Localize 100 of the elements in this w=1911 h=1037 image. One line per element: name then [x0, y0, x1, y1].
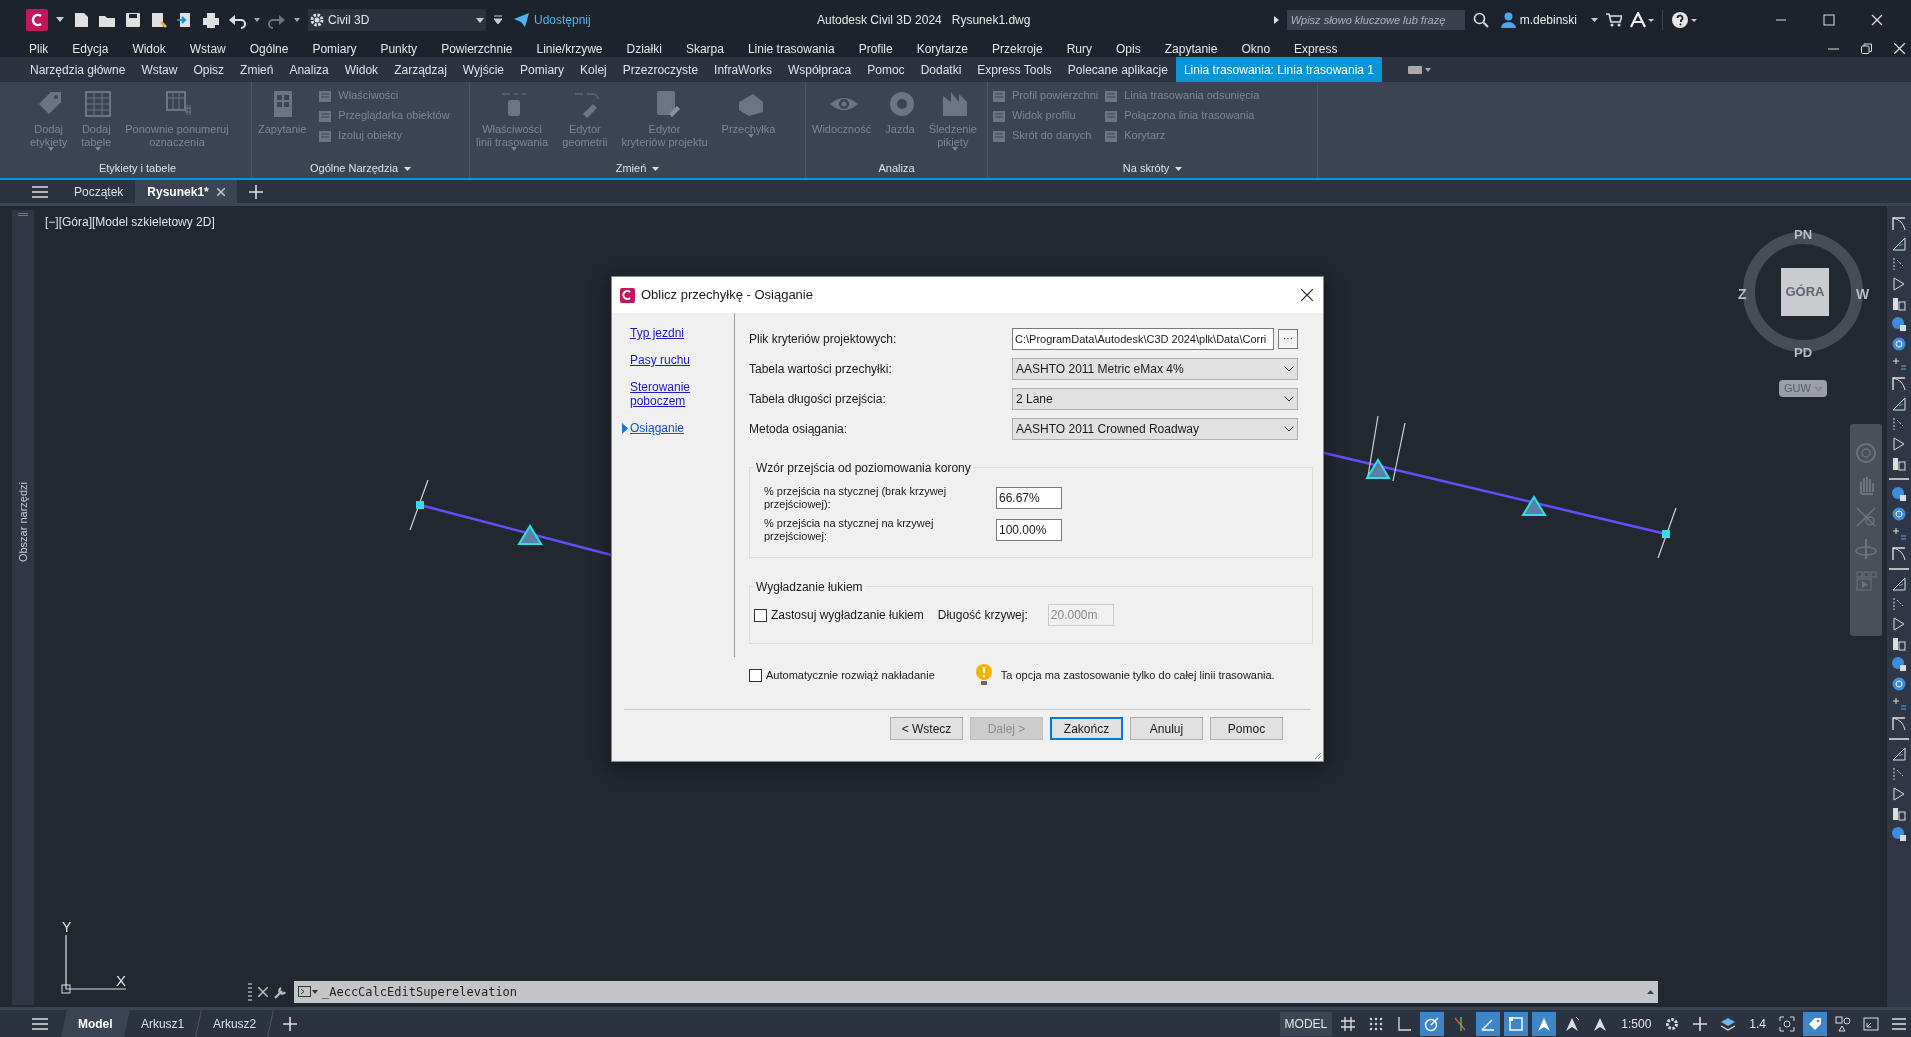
cad-tool-icon[interactable]: [1891, 316, 1907, 332]
wrench-icon[interactable]: [274, 985, 288, 999]
panel-title-button[interactable]: Na skróty: [1122, 160, 1183, 177]
status-toggle-button[interactable]: [1803, 1011, 1827, 1036]
status-button[interactable]: 1:500: [1616, 1011, 1657, 1036]
ribbon-tab[interactable]: Narzędzia główne: [22, 57, 134, 82]
save-as-icon[interactable]: [150, 11, 168, 29]
cad-tool-icon[interactable]: [1891, 486, 1907, 502]
dropdown[interactable]: AASHTO 2011 Crowned Roadway: [1012, 418, 1298, 440]
dialog-button[interactable]: Pomoc: [1210, 717, 1283, 740]
status-toggle-button[interactable]: [1532, 1011, 1557, 1036]
caret-icon[interactable]: [1591, 18, 1598, 22]
cad-tool-icon[interactable]: [1891, 616, 1907, 632]
ribbon-tab[interactable]: Zmień: [232, 57, 282, 82]
ribbon-tab[interactable]: Widok: [336, 57, 387, 82]
document-tab[interactable]: Rysunek1*: [135, 180, 237, 203]
ribbon-tab[interactable]: Wstaw: [133, 57, 186, 82]
menu-item[interactable]: Punkty: [380, 39, 418, 58]
cad-tool-icon[interactable]: [1891, 576, 1907, 592]
dialog-button[interactable]: Zakończ: [1050, 717, 1123, 740]
cad-tool-icon[interactable]: [1891, 636, 1907, 652]
cad-tool-icon[interactable]: [1891, 806, 1907, 822]
cad-tool-icon[interactable]: [1891, 656, 1907, 672]
menu-item[interactable]: Rury: [1066, 39, 1093, 58]
help-icon[interactable]: [1671, 11, 1697, 29]
wizard-step-link[interactable]: Pasy ruchu: [630, 353, 702, 367]
status-button[interactable]: 1.4: [1744, 1011, 1771, 1036]
ribbon-tab[interactable]: Kolej: [572, 57, 615, 82]
panel-title-button[interactable]: Zmień: [615, 160, 660, 177]
menu-item[interactable]: Działki: [626, 39, 662, 58]
close-icon[interactable]: [1301, 289, 1313, 301]
customize-menu-icon[interactable]: [494, 15, 502, 25]
ribbon-tab[interactable]: Współpraca: [779, 57, 860, 82]
cad-tool-icon[interactable]: [1891, 236, 1907, 252]
browse-button[interactable]: ···: [1278, 329, 1298, 349]
percent-field[interactable]: 66.67%: [996, 487, 1062, 509]
ribbon-tab[interactable]: Dodatki: [912, 57, 970, 82]
autodesk-a-icon[interactable]: [1630, 12, 1654, 28]
menu-item[interactable]: Zapytanie: [1164, 39, 1218, 58]
dropdown[interactable]: 2 Lane: [1012, 388, 1298, 410]
cad-tool-icon[interactable]: [1891, 456, 1907, 472]
menu-item[interactable]: Express: [1294, 39, 1338, 58]
menu-item[interactable]: Profile: [858, 39, 893, 58]
compass-label[interactable]: PD: [1794, 343, 1813, 363]
cad-tool-icon[interactable]: [1891, 336, 1907, 352]
print-icon[interactable]: [202, 11, 220, 29]
dropdown[interactable]: AASHTO 2011 Metric eMax 4%: [1012, 358, 1298, 380]
ribbon-tab[interactable]: Zarządzaj: [386, 57, 455, 82]
expand-arrow-icon[interactable]: [1273, 16, 1279, 24]
caret-icon[interactable]: [56, 17, 64, 23]
grip-handle[interactable]: [248, 983, 252, 1001]
ribbon-tab[interactable]: Przezroczyste: [614, 57, 707, 82]
menu-item[interactable]: Skarpa: [685, 39, 724, 58]
ribbon-tab[interactable]: Pomiary: [512, 57, 573, 82]
close-icon[interactable]: [258, 987, 268, 997]
checkbox[interactable]: Automatycznie rozwiąż nakładanie: [749, 666, 935, 684]
checkbox[interactable]: Zastosuj wygładzanie łukiem: [754, 606, 924, 624]
cad-tool-icon[interactable]: [1891, 746, 1907, 762]
menu-icon[interactable]: [32, 1017, 48, 1030]
cad-tool-icon[interactable]: [1891, 826, 1907, 842]
dialog-button[interactable]: < Wstecz: [890, 717, 963, 740]
layout-tab[interactable]: Model: [61, 1010, 130, 1037]
caret-icon[interactable]: [254, 18, 260, 22]
compass-label[interactable]: W: [1856, 284, 1870, 305]
wizard-step-link[interactable]: Sterowanie poboczem: [630, 380, 702, 408]
cad-tool-icon[interactable]: [1891, 546, 1907, 562]
menu-icon[interactable]: [32, 185, 48, 198]
maximize-icon[interactable]: [1823, 14, 1835, 26]
ribbon-tab[interactable]: Analiza: [281, 57, 337, 82]
ribbon-tab[interactable]: Wyjście: [454, 57, 513, 82]
app-logo[interactable]: [26, 9, 48, 31]
user-name[interactable]: m.debinski: [1519, 11, 1577, 29]
status-toggle-button[interactable]: [1420, 1011, 1445, 1036]
caret-icon[interactable]: [294, 18, 300, 22]
menu-item[interactable]: Wstaw: [189, 39, 226, 58]
wizard-step-link[interactable]: Typ jezdni: [630, 326, 702, 340]
add-tab-icon[interactable]: [248, 184, 263, 199]
cad-tool-icon[interactable]: [1891, 676, 1907, 692]
cad-tool-icon[interactable]: [1891, 506, 1907, 522]
cad-tool-icon[interactable]: [1891, 396, 1907, 412]
menu-item[interactable]: Pomiary: [312, 39, 357, 58]
viewport-controls-label[interactable]: [−][Góra][Model szkieletowy 2D]: [45, 213, 215, 231]
ribbon-tab[interactable]: Opisz: [185, 57, 233, 82]
compass-label[interactable]: PN: [1794, 225, 1813, 245]
menu-item[interactable]: Plik: [29, 39, 49, 58]
document-tab[interactable]: Początek: [62, 180, 136, 203]
menu-item[interactable]: Ogólne: [249, 39, 289, 58]
menu-item[interactable]: Opis: [1116, 39, 1141, 58]
cad-tool-icon[interactable]: [1891, 436, 1907, 452]
menu-item[interactable]: Linie trasowania: [747, 39, 835, 58]
ribbon-tab[interactable]: Pomoc: [859, 57, 913, 82]
menu-item[interactable]: Okno: [1241, 39, 1271, 58]
menu-item[interactable]: Edycja: [72, 39, 109, 58]
cart-icon[interactable]: [1606, 13, 1622, 27]
cad-tool-icon[interactable]: [1891, 276, 1907, 292]
ribbon-tab[interactable]: Polecane aplikacje: [1059, 57, 1176, 82]
compass-label[interactable]: Z: [1738, 284, 1747, 305]
menu-item[interactable]: Korytarze: [916, 39, 968, 58]
layout-tab[interactable]: Arkusz2: [196, 1010, 275, 1037]
ribbon-tab[interactable]: Express Tools: [969, 57, 1060, 82]
